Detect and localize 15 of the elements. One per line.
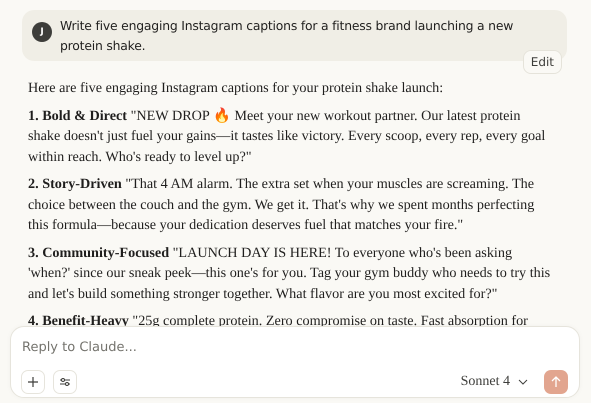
chevron-down-icon[interactable] bbox=[518, 378, 528, 384]
plus-icon bbox=[27, 376, 39, 388]
sliders-icon bbox=[59, 376, 71, 386]
caption-paragraph: 3. Community-Focused "LAUNCH DAY IS HERE! To everyone who's been asking 'when?' since our sneak peek—this one's for you. Tag your gym buddy who needs to try this and let's build something stronger together. What flavor are you most excited for?" bbox=[28, 244, 551, 304]
model-selector[interactable]: Sonnet 4 bbox=[460, 374, 510, 390]
response-text: Here are five engaging Instagram captions for your protein shake launch: bbox=[28, 79, 444, 98]
reply-field[interactable]: Reply to Claude... Sonnet 4 bbox=[10, 326, 580, 398]
arrow-up-icon bbox=[551, 376, 561, 388]
tools-button[interactable] bbox=[53, 370, 77, 394]
edit-button[interactable]: Edit bbox=[522, 50, 562, 74]
caption-paragraph: 2. Story-Driven "That 4 AM alarm. The extra set when your muscles are screaming. The choice between the couch and the gym. We get it. That's why we spent months perfecting this formula—because your dedication deserves fuel that matches your fire." bbox=[28, 175, 536, 235]
caption-paragraph: 1. Bold & Direct "NEW DROP 🔥 Meet your new workout partner. Our latest protein shake doesn't just fuel your gains—it tastes like victory. Every scoop, every rep, every goal within reach. Who's ready to level up?" bbox=[28, 106, 546, 166]
user-avatar: J bbox=[32, 22, 52, 42]
add-button[interactable] bbox=[21, 370, 45, 394]
user-message-text: Write five engaging Instagram captions for a fitness brand launching a new protein shake. bbox=[60, 17, 514, 55]
